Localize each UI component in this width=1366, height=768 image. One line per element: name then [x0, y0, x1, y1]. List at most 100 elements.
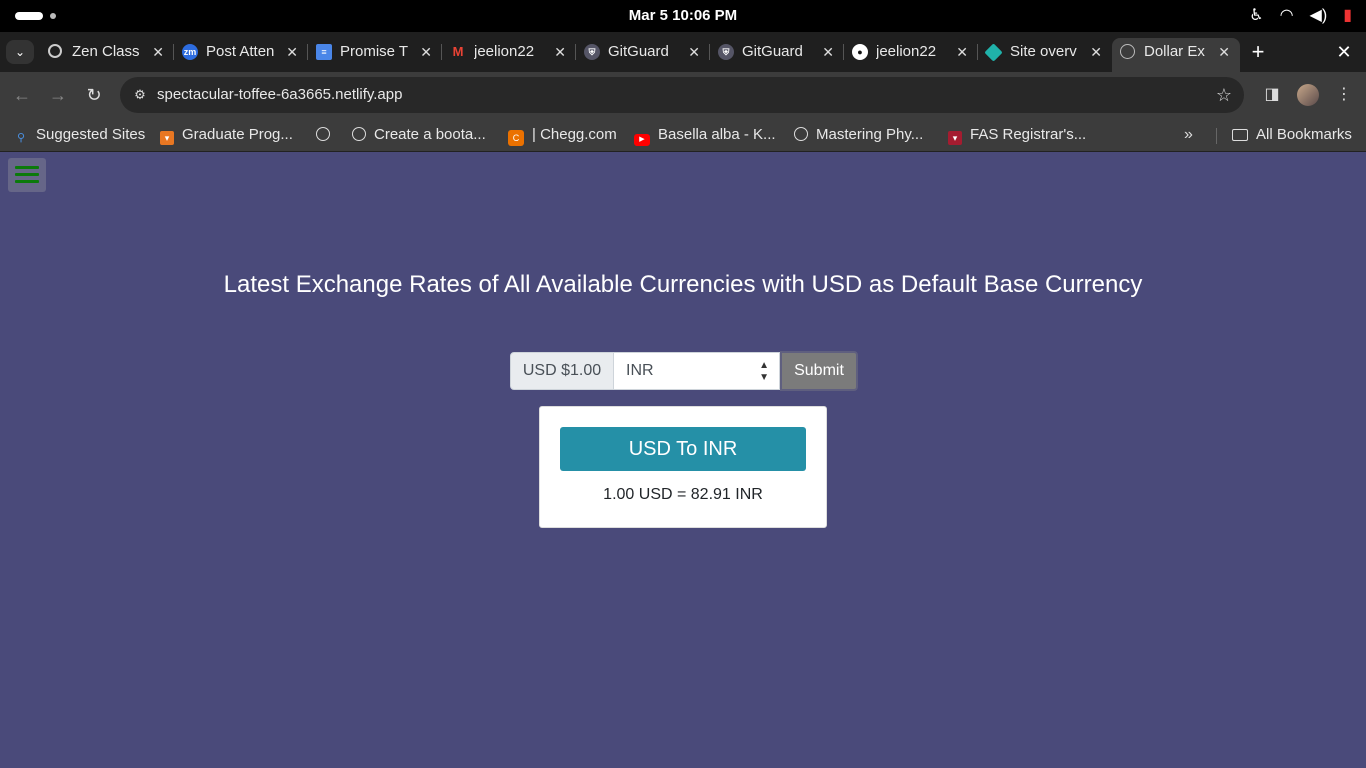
docs-icon: ≡: [316, 44, 332, 60]
bookmark-globe[interactable]: [316, 124, 338, 146]
bookmark-label: Basella alba - K...: [658, 126, 776, 143]
bookmark-suggested-sites[interactable]: ⚲ Suggested Sites: [14, 124, 145, 146]
close-icon[interactable]: ✕: [956, 42, 968, 62]
tab-site-overview[interactable]: Site overv ✕: [978, 38, 1112, 72]
close-window-button[interactable]: ✕: [1334, 40, 1354, 64]
close-icon[interactable]: ✕: [554, 42, 566, 62]
back-button[interactable]: ←: [10, 83, 34, 107]
volume-icon[interactable]: ◀): [1310, 6, 1328, 26]
result-title: USD To INR: [560, 427, 806, 471]
globe-icon: [316, 127, 330, 141]
close-icon[interactable]: ✕: [1090, 42, 1102, 62]
princeton-shield-icon: ▾: [160, 131, 174, 145]
bookmark-mastering-physics[interactable]: Mastering Phy...: [794, 124, 923, 146]
bookmark-fas-registrar[interactable]: ▾ FAS Registrar's...: [948, 124, 1086, 146]
accessibility-icon[interactable]: ♿: [1249, 6, 1263, 26]
netlify-icon: [984, 43, 1003, 62]
globe-icon: [794, 127, 808, 141]
bookmark-label: All Bookmarks: [1256, 126, 1352, 143]
bookmark-label: Mastering Phy...: [816, 126, 924, 143]
close-icon[interactable]: ✕: [688, 42, 700, 62]
address-bar[interactable]: ⚙ spectacular-toffee-6a3665.netlify.app …: [120, 77, 1244, 113]
select-arrows-icon: ▲ ▼: [759, 360, 769, 383]
bookmark-chegg[interactable]: C | Chegg.com: [508, 124, 617, 146]
bookmark-label: Create a boota...: [374, 126, 486, 143]
bookmark-create-bootable[interactable]: Create a boota...: [352, 124, 486, 146]
tab-post-attendance[interactable]: zm Post Atten ✕: [174, 38, 308, 72]
browser-toolbar: ← → ↻ ⚙ spectacular-toffee-6a3665.netlif…: [0, 72, 1366, 118]
converter-form: USD $1.00 INR ▲ ▼ Submit: [510, 351, 858, 391]
bookmark-label: FAS Registrar's...: [970, 126, 1087, 143]
tab-github[interactable]: ● jeelion22 ✕: [844, 38, 978, 72]
clock[interactable]: Mar 5 10:06 PM: [0, 0, 1366, 32]
bookmark-graduate-programs[interactable]: ▾ Graduate Prog...: [160, 124, 293, 146]
tab-label: jeelion22: [474, 43, 535, 60]
result-text: 1.00 USD = 82.91 INR: [603, 486, 763, 503]
loading-icon: [48, 44, 62, 58]
system-tray[interactable]: ♿ ◠ ◀) ▮: [1249, 6, 1352, 26]
search-icon: ⚲: [16, 132, 26, 144]
close-icon[interactable]: ✕: [286, 42, 298, 62]
globe-icon: [352, 127, 366, 141]
tab-label: Promise T: [340, 43, 409, 60]
tab-label: Post Atten: [206, 43, 275, 60]
tab-label: jeelion22: [876, 43, 937, 60]
tab-label: GitGuard: [608, 43, 669, 60]
url-text[interactable]: spectacular-toffee-6a3665.netlify.app: [157, 85, 402, 105]
tab-promise[interactable]: ≡ Promise T ✕: [308, 38, 442, 72]
close-icon[interactable]: ✕: [1218, 42, 1230, 62]
bookmark-label: Graduate Prog...: [182, 126, 293, 143]
tab-gmail[interactable]: M jeelion22 ✕: [442, 38, 576, 72]
site-info-icon[interactable]: ⚙: [130, 85, 150, 105]
profile-avatar[interactable]: [1297, 84, 1319, 106]
result-card: USD To INR 1.00 USD = 82.91 INR: [539, 406, 827, 528]
chegg-icon: C: [508, 130, 524, 146]
bookmark-label: Suggested Sites: [36, 126, 146, 143]
folder-icon: [1232, 129, 1248, 141]
gitguardian-icon: ⛨: [584, 44, 600, 60]
bookmark-separator: [1216, 128, 1217, 144]
os-top-bar: Mar 5 10:06 PM ♿ ◠ ◀) ▮: [0, 0, 1366, 32]
tab-label: Zen Class: [72, 43, 140, 60]
hamburger-menu-button[interactable]: [8, 158, 46, 192]
menu-kebab-icon[interactable]: ⋮: [1334, 85, 1354, 105]
menu-line: [15, 166, 39, 169]
bookmark-label: | Chegg.com: [532, 126, 617, 143]
battery-icon[interactable]: ▮: [1343, 6, 1352, 26]
reload-button[interactable]: ↻: [82, 83, 106, 107]
tab-strip: ⌄ Zen Class ✕ zm Post Atten ✕ ≡ Promise …: [0, 32, 1366, 72]
selected-currency: INR: [626, 362, 654, 379]
tab-gitguardian-2[interactable]: ⛨ GitGuard ✕: [710, 38, 844, 72]
all-bookmarks-folder[interactable]: All Bookmarks: [1232, 124, 1352, 146]
tab-search-button[interactable]: ⌄: [6, 40, 34, 64]
currency-select[interactable]: INR ▲ ▼: [614, 352, 780, 390]
new-tab-button[interactable]: +: [1248, 40, 1268, 64]
close-icon[interactable]: ✕: [822, 42, 834, 62]
globe-icon: [1120, 44, 1135, 59]
tab-dollar-exchange[interactable]: Dollar Ex ✕: [1112, 38, 1240, 72]
tab-gitguardian-1[interactable]: ⛨ GitGuard ✕: [576, 38, 710, 72]
side-panel-icon[interactable]: ◨: [1262, 85, 1282, 105]
tab-label: Site overv: [1010, 43, 1077, 60]
close-icon[interactable]: ✕: [420, 42, 432, 62]
page-content: Latest Exchange Rates of All Available C…: [0, 153, 1366, 768]
harvard-shield-icon: ▾: [948, 131, 962, 145]
bookmark-star-icon[interactable]: ☆: [1216, 85, 1232, 105]
bookmarks-bar: ⚲ Suggested Sites ▾ Graduate Prog... Creat…: [0, 118, 1366, 152]
gmail-icon: M: [452, 44, 464, 59]
more-bookmarks-icon[interactable]: »: [1184, 124, 1193, 146]
gitguardian-icon: ⛨: [718, 44, 734, 60]
tab-label: GitGuard: [742, 43, 803, 60]
menu-line: [15, 180, 39, 183]
wifi-icon[interactable]: ◠: [1280, 6, 1294, 26]
zoom-icon: zm: [182, 44, 198, 60]
github-icon: ●: [852, 44, 868, 60]
forward-button[interactable]: →: [46, 83, 70, 107]
amount-label: USD $1.00: [510, 352, 614, 390]
submit-button[interactable]: Submit: [780, 351, 858, 391]
tab-zen-class[interactable]: Zen Class ✕: [40, 38, 174, 72]
close-icon[interactable]: ✕: [152, 42, 164, 62]
bookmark-basella-alba[interactable]: ▶ Basella alba - K...: [634, 124, 776, 146]
menu-line: [15, 173, 39, 176]
tab-label: Dollar Ex: [1144, 43, 1205, 60]
